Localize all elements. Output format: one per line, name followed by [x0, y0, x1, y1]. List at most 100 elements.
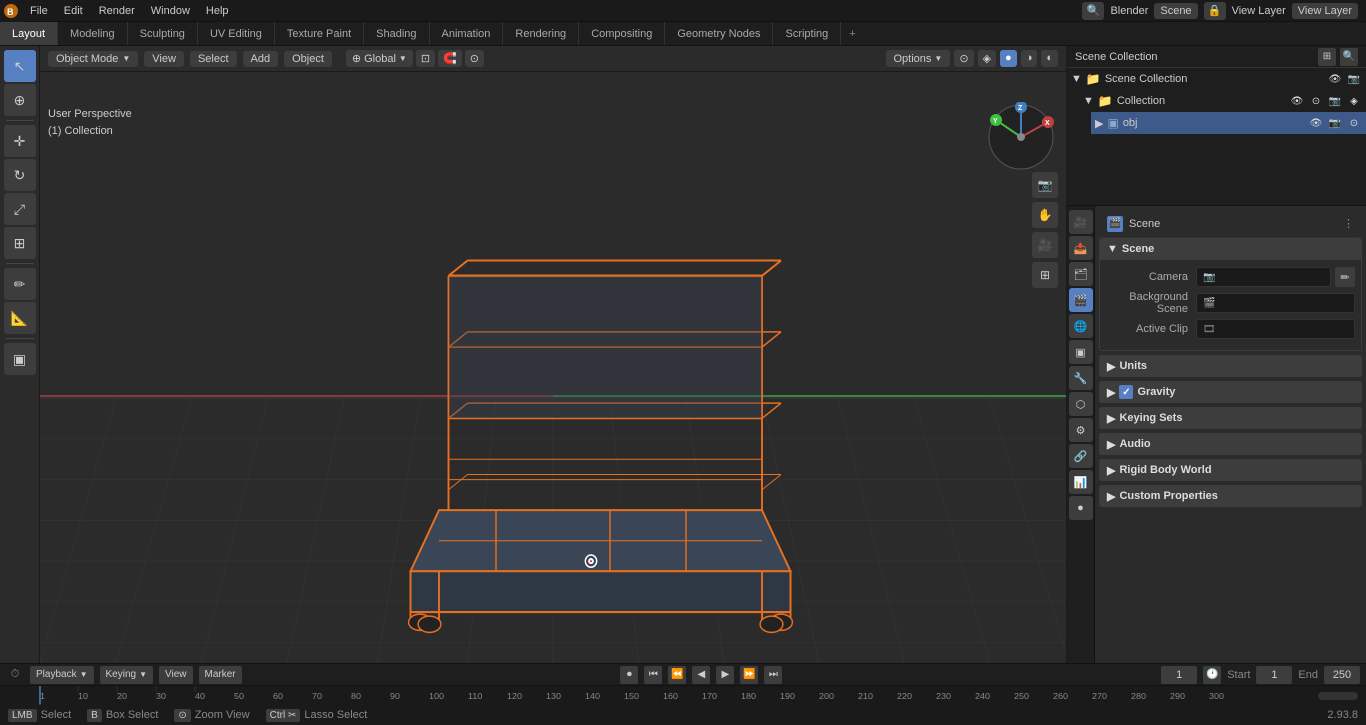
camera-toggle-btn[interactable]: 🎥 — [1032, 232, 1058, 258]
tab-scripting[interactable]: Scripting — [773, 22, 841, 45]
pivot-btn[interactable]: ⊡ — [416, 50, 435, 67]
prop-tab-world[interactable]: 🌐 — [1069, 314, 1093, 338]
playback-dropdown[interactable]: Playback ▼ — [30, 666, 94, 684]
snap-btn[interactable]: 🧲 — [438, 50, 462, 67]
object-mode-dropdown[interactable]: Object Mode ▼ — [48, 51, 138, 67]
scene-dropdown[interactable]: Scene — [1154, 3, 1197, 19]
tab-rendering[interactable]: Rendering — [503, 22, 579, 45]
scene-render-icon[interactable]: 📷 — [1346, 71, 1362, 87]
prop-tab-view-layer[interactable]: 🗂 — [1069, 262, 1093, 286]
obj-filter-icon[interactable]: ⊙ — [1346, 115, 1362, 131]
tab-texture-paint[interactable]: Texture Paint — [275, 22, 364, 45]
scene-options-btn[interactable]: ⋮ — [1343, 217, 1354, 230]
camera-view-btn[interactable]: 📷 — [1032, 172, 1058, 198]
current-frame-input[interactable]: 1 — [1161, 666, 1197, 684]
prop-tab-render[interactable]: 🎥 — [1069, 210, 1093, 234]
menu-edit[interactable]: Edit — [56, 0, 91, 21]
tab-compositing[interactable]: Compositing — [579, 22, 665, 45]
collection-render-icon[interactable]: 📷 — [1327, 93, 1343, 109]
menu-window[interactable]: Window — [143, 0, 198, 21]
scene-section-toggle[interactable]: ▼ Scene — [1099, 238, 1362, 260]
gravity-checkbox[interactable]: ✓ — [1119, 385, 1133, 399]
outliner-scene-collection[interactable]: ▼ 📁 Scene Collection 👁 📷 — [1067, 68, 1366, 90]
cursor-tool[interactable]: ⊕ — [4, 84, 36, 116]
custom-props-toggle[interactable]: ▶ Custom Properties — [1099, 485, 1362, 507]
end-frame-input[interactable]: 250 — [1324, 666, 1360, 684]
audio-toggle[interactable]: ▶ Audio — [1099, 433, 1362, 455]
start-frame-input[interactable]: 1 — [1256, 666, 1292, 684]
prop-tab-particles[interactable]: ⬡ — [1069, 392, 1093, 416]
prop-tab-object[interactable]: ▣ — [1069, 340, 1093, 364]
tab-modeling[interactable]: Modeling — [58, 22, 128, 45]
transform-orientation[interactable]: ⊕ Global ▼ — [346, 50, 413, 67]
tab-shading[interactable]: Shading — [364, 22, 429, 45]
add-workspace-button[interactable]: + — [841, 28, 863, 40]
view-dropdown[interactable]: View — [159, 666, 193, 684]
keying-sets-toggle[interactable]: ▶ Keying Sets — [1099, 407, 1362, 429]
lock-icon[interactable]: 🔒 — [1204, 2, 1226, 20]
outliner-filter-icon[interactable]: ⊞ — [1318, 48, 1336, 66]
prev-frame-btn[interactable]: ⏪ — [668, 666, 686, 684]
shading-material-btn[interactable]: ◑ — [1021, 50, 1038, 67]
select-menu[interactable]: Select — [190, 51, 237, 67]
background-scene-value[interactable]: 🎬 — [1196, 293, 1355, 313]
outliner-search-icon[interactable]: 🔍 — [1340, 48, 1358, 66]
timeline-ruler[interactable]: 1 10 20 30 40 50 60 70 80 90 100 110 120… — [0, 685, 1366, 705]
gravity-section-toggle[interactable]: ▶ ✓ Gravity — [1099, 381, 1362, 403]
collection-hide-icon[interactable]: ⊙ — [1308, 93, 1324, 109]
outliner-obj[interactable]: ▶ ▣ obj 👁 📷 ⊙ — [1091, 112, 1366, 134]
view-menu[interactable]: View — [144, 51, 184, 67]
select-tool[interactable]: ↖ — [4, 50, 36, 82]
tab-animation[interactable]: Animation — [430, 22, 504, 45]
scale-tool[interactable]: ⤢ — [4, 193, 36, 225]
proportional-btn[interactable]: ⊙ — [465, 50, 484, 67]
rigid-body-toggle[interactable]: ▶ Rigid Body World — [1099, 459, 1362, 481]
play-reverse-btn[interactable]: ◀ — [692, 666, 710, 684]
search-icon-top[interactable]: 🔍 — [1082, 2, 1104, 20]
prop-tab-physics[interactable]: ⚙ — [1069, 418, 1093, 442]
options-dropdown[interactable]: Options ▼ — [886, 50, 951, 67]
add-menu[interactable]: Add — [243, 51, 279, 67]
timeline-scroll[interactable] — [1318, 692, 1358, 700]
viewport-overlays-btn[interactable]: ⊙ — [954, 50, 973, 67]
tab-uv-editing[interactable]: UV Editing — [198, 22, 275, 45]
tab-layout[interactable]: Layout — [0, 22, 58, 45]
active-clip-value[interactable]: 🎞 — [1196, 319, 1355, 339]
navigation-gizmo[interactable]: X Y Z — [986, 102, 1056, 172]
menu-help[interactable]: Help — [198, 0, 237, 21]
obj-visibility-icon[interactable]: 👁 — [1308, 115, 1324, 131]
prop-tab-constraints[interactable]: 🔗 — [1069, 444, 1093, 468]
move-tool[interactable]: ✛ — [4, 125, 36, 157]
units-section-toggle[interactable]: ▶ Units — [1099, 355, 1362, 377]
marker-dropdown[interactable]: Marker — [199, 666, 242, 684]
viewport-canvas[interactable]: User Perspective (1) Collection X Y — [40, 72, 1066, 663]
menu-render[interactable]: Render — [91, 0, 143, 21]
outliner-collection[interactable]: ▼ 📁 Collection 👁 ⊙ 📷 ◈ — [1079, 90, 1366, 112]
shading-solid-btn[interactable]: ● — [1000, 50, 1017, 67]
go-end-btn[interactable]: ⏭ — [764, 666, 782, 684]
hand-tool-btn[interactable]: ✋ — [1032, 202, 1058, 228]
transform-tool[interactable]: ⊞ — [4, 227, 36, 259]
go-start-btn[interactable]: ⏮ — [644, 666, 662, 684]
view-layer-dropdown[interactable]: View Layer — [1292, 3, 1358, 19]
prop-tab-data[interactable]: 📊 — [1069, 470, 1093, 494]
render-view-btn[interactable]: ⊞ — [1032, 262, 1058, 288]
record-btn[interactable]: ⏺ — [620, 666, 638, 684]
prop-tab-scene[interactable]: 🎬 — [1069, 288, 1093, 312]
tab-sculpting[interactable]: Sculpting — [128, 22, 198, 45]
obj-render-icon[interactable]: 📷 — [1327, 115, 1343, 131]
rotate-tool[interactable]: ↻ — [4, 159, 36, 191]
add-cube-tool[interactable]: ▣ — [4, 343, 36, 375]
prop-tab-material[interactable]: ● — [1069, 496, 1093, 520]
next-frame-btn[interactable]: ⏩ — [740, 666, 758, 684]
object-menu[interactable]: Object — [284, 51, 332, 67]
scene-visibility-icon[interactable]: 👁 — [1327, 71, 1343, 87]
shading-rendered-btn[interactable]: ◐ — [1041, 50, 1058, 67]
camera-value[interactable]: 📷 — [1196, 267, 1331, 287]
camera-eye-btn[interactable]: ✏ — [1335, 267, 1355, 287]
measure-tool[interactable]: 📐 — [4, 302, 36, 334]
annotate-tool[interactable]: ✏ — [4, 268, 36, 300]
viewport-area[interactable]: Object Mode ▼ View Select Add Object ⊕ G… — [40, 46, 1066, 663]
menu-file[interactable]: File — [22, 0, 56, 21]
play-btn[interactable]: ▶ — [716, 666, 734, 684]
